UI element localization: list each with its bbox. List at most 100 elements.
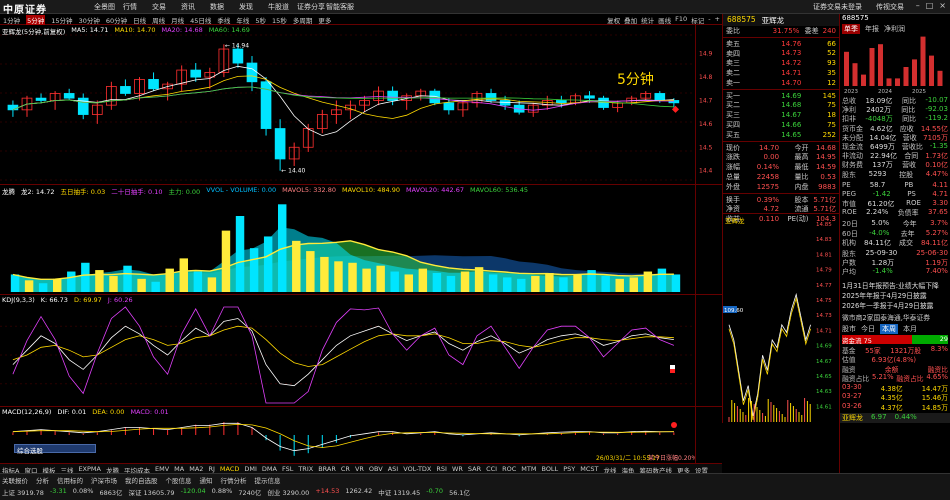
- status-tab[interactable]: 分析: [36, 475, 49, 485]
- status-tab[interactable]: 沪深市场: [91, 475, 117, 485]
- kline-pane[interactable]: ← 14.94 ← 14.40 亚辉龙(5分钟,前复权) MA5: 14.71 MA1…: [0, 25, 722, 185]
- fin-label: 市值: [842, 200, 856, 209]
- macd-pane[interactable]: 26/03/31/二 10:55 17 某今日涨幅0.20% MACD(12,26…: [0, 407, 722, 463]
- period-tab[interactable]: 季线: [217, 15, 230, 25]
- nav-item[interactable]: 牛股道: [268, 2, 297, 12]
- bid-row: 买二 14.68 75: [723, 101, 839, 111]
- fin-value: 14.55亿: [920, 124, 948, 133]
- login-status[interactable]: 证券交易未登录: [813, 2, 862, 12]
- index-quote: -120.04: [180, 487, 206, 495]
- stat-row: 现价 14.70 今开 14.68: [723, 143, 839, 153]
- flow-tab[interactable]: 股市: [842, 324, 856, 334]
- period-tab[interactable]: 年线: [236, 15, 249, 25]
- nav-item[interactable]: 全景图: [94, 2, 123, 12]
- chart-tool-button[interactable]: -: [708, 15, 710, 25]
- chart-tool-button[interactable]: +: [715, 15, 720, 25]
- status-tab[interactable]: 信用标的: [57, 475, 83, 485]
- broker-link[interactable]: 传视交易: [876, 2, 904, 12]
- period-tab[interactable]: 5分钟: [26, 15, 46, 25]
- ask-row: 卖一 14.70 12: [723, 78, 839, 88]
- period-tab[interactable]: 15秒: [272, 15, 287, 25]
- nav-item[interactable]: 行情: [123, 2, 152, 12]
- period-tab[interactable]: 45日线: [190, 15, 211, 25]
- nav-item[interactable]: 交易: [152, 2, 181, 12]
- period-tab[interactable]: 更多: [318, 15, 331, 25]
- status-tab[interactable]: 个股信息: [166, 475, 192, 485]
- fin-value: -92.03: [925, 105, 948, 114]
- fin-label: 户数: [842, 259, 856, 268]
- bottom-quote[interactable]: 亚辉龙 6.97 0.44%: [840, 413, 950, 424]
- profit-year-label: 2023: [844, 89, 858, 94]
- bid-price: 14.66: [781, 121, 802, 130]
- nav-item[interactable]: 证券分享: [297, 2, 326, 12]
- profit-year-label: 2024: [878, 89, 892, 94]
- volume-pane[interactable]: 龙腾 龙2: 14.72 五日抽手: 0.03 二十日抽手: 0.10 主力: 0.00…: [0, 185, 722, 295]
- notice-item[interactable]: 2025年年报于4月29日披露: [840, 290, 950, 300]
- index-quote: 0.88%: [211, 487, 233, 495]
- chart-tool-button[interactable]: 画线: [658, 15, 671, 25]
- intraday-svg: 14.85 14.83 14.81 14.79 14.77 14.75 14.73 14.71…: [723, 222, 832, 422]
- volume-bar: [109, 275, 118, 292]
- fin-label: 净利: [842, 106, 856, 115]
- flow-tab[interactable]: 本周: [880, 323, 898, 334]
- intraday-price-label: 14.61: [816, 404, 832, 410]
- intraday-chart[interactable]: 14.85 14.83 14.81 14.79 14.77 14.75 14.73 14.71…: [722, 213, 839, 423]
- legend-item: MAVOL5: 332.80: [282, 186, 337, 194]
- notice-item[interactable]: 1月31日年报预告:业绩大幅下降: [840, 280, 950, 290]
- stat-value: 0.53: [820, 173, 836, 182]
- nav-item[interactable]: 数据: [210, 2, 239, 12]
- legend-item: 五日抽手: 0.03: [60, 188, 106, 196]
- stat-row: 涨幅 0.14% 最低 14.59: [723, 162, 839, 172]
- fin-row: 财务费 137万 营收 0.10亿: [840, 160, 950, 169]
- nav-item[interactable]: 发现: [239, 2, 268, 12]
- status-tab[interactable]: 我的自选股: [125, 475, 158, 485]
- minimize-icon[interactable]: –: [916, 1, 920, 10]
- f10-tab[interactable]: 净利润: [884, 24, 905, 34]
- period-tab[interactable]: 1分钟: [3, 15, 20, 25]
- fin-value: 4.62亿: [870, 124, 893, 133]
- margin-cell: 14.47万: [921, 384, 948, 393]
- period-tab[interactable]: 多周期: [293, 15, 313, 25]
- fin-value: 0.10亿: [925, 161, 948, 170]
- index-quote: 1262.42: [345, 487, 373, 495]
- period-tab[interactable]: 60分钟: [106, 15, 127, 25]
- period-tab[interactable]: 日线: [133, 15, 146, 25]
- f10-tab[interactable]: 年报: [865, 24, 879, 34]
- period-tab[interactable]: 月线: [171, 15, 184, 25]
- legend-item: VVOL - VOLUME: 0.00: [206, 186, 277, 194]
- chart-tool-button[interactable]: 统计: [641, 15, 654, 25]
- status-tab[interactable]: 通知: [200, 475, 213, 485]
- fin-value: 84.11亿: [863, 238, 892, 247]
- flow-cell: 8.3%: [930, 344, 948, 353]
- chart-tool-button[interactable]: 复权: [607, 15, 620, 25]
- flow-row: 基金 55家 1321万股 8.3%: [840, 345, 950, 355]
- margin-rows: 03-30 4.38亿 14.47万 03-27 4.35亿 15.46万 03-26 4.3…: [840, 383, 950, 412]
- flow-row: 估值 6.93亿(4.8%): [840, 354, 950, 364]
- kdj-pane[interactable]: KDJ(9,3,3) K: 66.73 D: 69.97 J: 60.26: [0, 295, 722, 407]
- stat-value: 9883: [818, 182, 836, 191]
- period-tab[interactable]: 5秒: [255, 15, 266, 25]
- f10-tab[interactable]: 单季: [842, 24, 860, 34]
- stock-screener-popup[interactable]: 综合选股: [14, 444, 96, 455]
- fin-value: 4.11: [932, 180, 948, 189]
- bid-price: 14.65: [781, 130, 802, 139]
- maximize-icon[interactable]: □: [926, 1, 934, 10]
- period-tab[interactable]: 周线: [152, 15, 165, 25]
- nav-item[interactable]: 智能客服: [326, 2, 355, 12]
- volume-bar: [460, 271, 470, 292]
- status-tab[interactable]: 关联报价: [2, 475, 28, 485]
- chart-tool-button[interactable]: 标记: [691, 15, 704, 25]
- period-tab[interactable]: 30分钟: [79, 15, 100, 25]
- close-icon[interactable]: ×: [939, 1, 946, 10]
- flow-tab[interactable]: 本月: [903, 324, 917, 334]
- period-tab[interactable]: 15分钟: [51, 15, 72, 25]
- chart-tool-button[interactable]: F10: [675, 15, 687, 25]
- status-tab[interactable]: 行情分析: [221, 475, 247, 485]
- notice-item[interactable]: 2026年一季报于4月29日披露: [840, 300, 950, 310]
- status-tab[interactable]: 提示信息: [255, 475, 281, 485]
- chart-tool-button[interactable]: 叠加: [624, 15, 637, 25]
- nav-item[interactable]: 资讯: [181, 2, 210, 12]
- flow-tab[interactable]: 今日: [861, 324, 875, 334]
- profit-bar: [937, 70, 943, 86]
- fin-row: 股东 5293 控股 4.47%: [840, 170, 950, 179]
